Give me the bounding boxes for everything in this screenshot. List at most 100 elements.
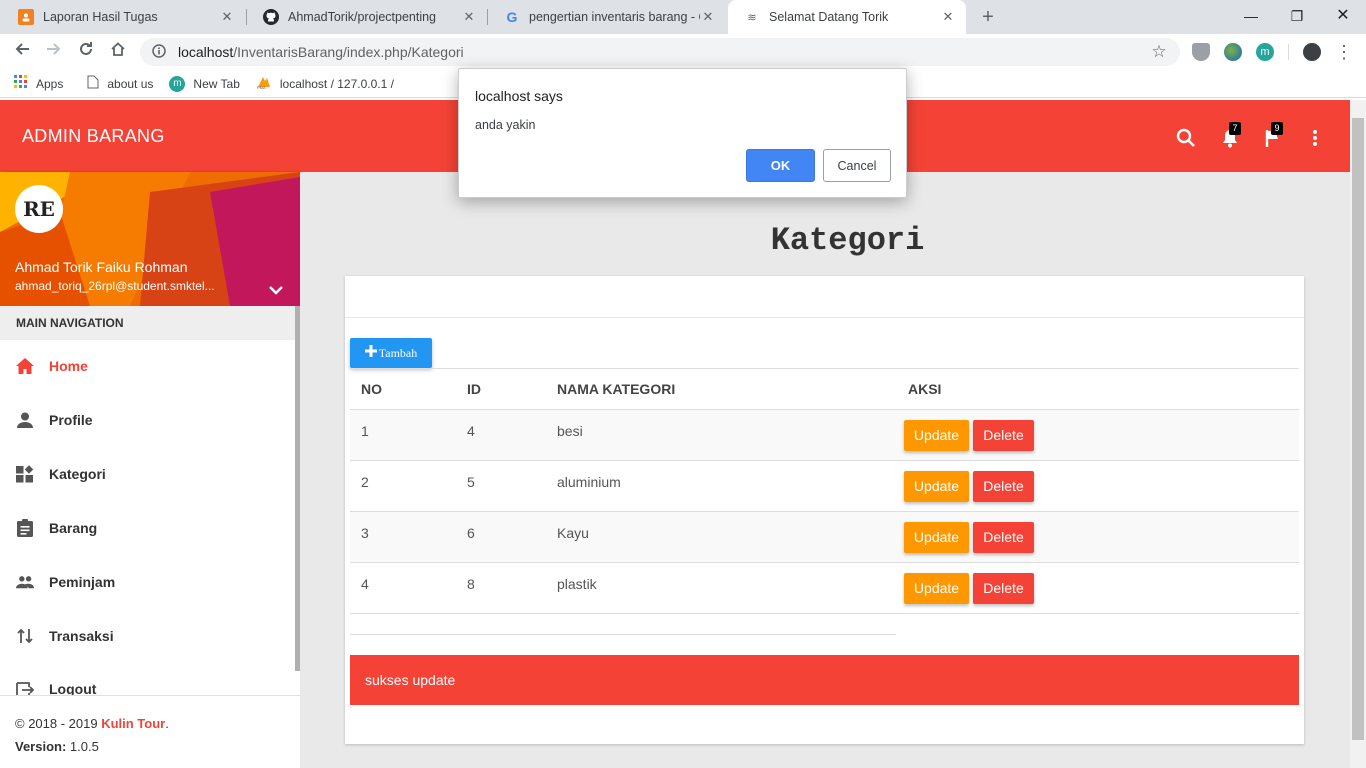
sidebar-item-peminjam[interactable]: Peminjam	[0, 555, 296, 609]
bookmark-star-icon[interactable]: ☆	[1147, 40, 1171, 64]
close-tab-icon[interactable]: ✕	[219, 9, 235, 25]
maximize-button[interactable]: ❐	[1274, 0, 1320, 34]
delete-button[interactable]: Delete	[973, 521, 1034, 553]
sidebar-footer: © 2018 - 2019 Kulin Tour. Version: 1.0.5	[0, 695, 300, 768]
close-tab-icon[interactable]: ✕	[940, 9, 956, 25]
cell-nama: plastik	[546, 562, 897, 614]
cancel-button[interactable]: Cancel	[823, 149, 891, 182]
url-path: /InventarisBarang/index.php/Kategori	[233, 44, 464, 60]
column-header-aksi: AKSI	[897, 368, 1299, 410]
clipboard-icon	[16, 519, 34, 537]
column-header-id: ID	[456, 368, 546, 410]
card-divider	[345, 317, 1304, 318]
delete-button[interactable]: Delete	[973, 572, 1034, 604]
apps-grid-icon	[14, 75, 28, 92]
tab-active[interactable]: ≋ Selamat Datang Torik ✕	[728, 0, 966, 34]
url-text: localhost/InventarisBarang/index.php/Kat…	[178, 44, 464, 60]
page-icon	[87, 75, 99, 92]
person-icon	[16, 411, 34, 429]
brand-title[interactable]: ADMIN BARANG	[22, 126, 165, 147]
dialog-title: localhost says	[475, 88, 563, 104]
minimize-button[interactable]: —	[1228, 0, 1274, 34]
delete-button[interactable]: Delete	[973, 419, 1034, 451]
sidebar-item-profile[interactable]: Profile	[0, 393, 296, 447]
column-header-nama: NAMA KATEGORI	[546, 368, 897, 410]
new-tab-button[interactable]: +	[976, 5, 1000, 29]
sidebar-item-label: Barang	[49, 520, 98, 536]
nav-header: MAIN NAVIGATION	[0, 306, 296, 340]
avatar[interactable]: RE	[15, 185, 63, 233]
divider	[350, 634, 896, 635]
cell-id: 5	[456, 460, 546, 512]
exit-icon	[16, 681, 34, 695]
bookmark-localhost[interactable]: PMA localhost / 127.0.0.1 /	[256, 75, 394, 92]
tab-github[interactable]: AhmadTorik/projectpenting ✕	[247, 0, 487, 34]
close-tab-icon[interactable]: ✕	[700, 9, 716, 25]
bookmark-about-us[interactable]: about us	[87, 75, 153, 92]
tab-title: AhmadTorik/projectpenting	[288, 10, 436, 24]
sidebar-item-label: Profile	[49, 412, 93, 428]
home-icon	[16, 357, 34, 375]
close-window-button[interactable]: ✕	[1320, 0, 1366, 34]
cell-no: 4	[350, 562, 456, 614]
tab-google[interactable]: G pengertian inventaris barang - Go ✕	[488, 0, 726, 34]
back-icon[interactable]	[10, 40, 34, 64]
user-email: ahmad_toriq_26rpl@student.smktel...	[15, 279, 215, 293]
reload-icon[interactable]	[74, 40, 98, 64]
sidebar-item-transaksi[interactable]: Transaksi	[0, 609, 296, 663]
sidebar-item-label: Home	[49, 358, 88, 374]
address-bar[interactable]: localhost/InventarisBarang/index.php/Kat…	[140, 38, 1180, 66]
sidebar-item-home[interactable]: Home	[0, 339, 296, 393]
flags-badge: 9	[1271, 122, 1283, 135]
bookmark-label: Apps	[36, 76, 64, 91]
bookmark-label: about us	[107, 76, 154, 91]
shield-extension-icon[interactable]	[1192, 43, 1210, 61]
tab-laporan[interactable]: Laporan Hasil Tugas ✕	[2, 0, 245, 34]
info-icon[interactable]	[152, 43, 166, 61]
update-button[interactable]: Update	[904, 470, 969, 502]
profile-avatar[interactable]	[1303, 43, 1321, 61]
add-button-label: Tambah	[378, 345, 418, 360]
localhost-icon: ≋	[747, 11, 757, 24]
delete-button[interactable]: Delete	[973, 470, 1034, 502]
more-vert-icon[interactable]	[1303, 127, 1327, 151]
bookmark-new-tab[interactable]: m New Tab	[169, 75, 240, 92]
cell-aksi: Update Delete	[897, 460, 1299, 512]
m-extension-icon[interactable]: m	[1256, 43, 1274, 61]
bookmark-apps[interactable]: Apps	[14, 75, 63, 92]
globe-extension-icon[interactable]	[1224, 43, 1242, 61]
cell-nama: besi	[546, 409, 897, 461]
sidebar-item-kategori[interactable]: Kategori	[0, 447, 296, 501]
forward-icon[interactable]	[42, 40, 66, 64]
home-browser-icon[interactable]	[106, 40, 130, 64]
cell-aksi: Update Delete	[897, 511, 1299, 563]
chevron-down-icon[interactable]	[266, 280, 286, 300]
category-table: NO ID NAMA KATEGORI AKSI 1 4 besi Update…	[350, 368, 1299, 614]
ok-button[interactable]: OK	[746, 149, 815, 182]
swap-icon	[16, 627, 34, 645]
update-button[interactable]: Update	[904, 572, 969, 604]
table-row: 4 8 plastik Update Delete	[350, 562, 1299, 614]
cell-no: 3	[350, 511, 456, 563]
cell-no: 2	[350, 460, 456, 512]
table-row: 3 6 Kayu Update Delete	[350, 511, 1299, 563]
update-button[interactable]: Update	[904, 419, 969, 451]
add-button[interactable]: Tambah	[350, 338, 432, 368]
column-header-no: NO	[350, 368, 456, 410]
sidebar-item-barang[interactable]: Barang	[0, 501, 296, 555]
orange-doc-icon	[18, 9, 34, 25]
svg-text:PMA: PMA	[257, 85, 266, 89]
table-row: 1 4 besi Update Delete	[350, 409, 1299, 461]
update-button[interactable]: Update	[904, 521, 969, 553]
close-tab-icon[interactable]: ✕	[461, 9, 477, 25]
cell-nama: Kayu	[546, 511, 897, 563]
search-icon[interactable]	[1174, 127, 1198, 151]
plus-icon	[364, 345, 377, 361]
sidebar-item-logout[interactable]: Logout	[0, 663, 296, 695]
bookmark-label: localhost / 127.0.0.1 /	[279, 76, 394, 91]
browser-menu-icon[interactable]: ⋮	[1332, 40, 1356, 64]
user-name: Ahmad Torik Faiku Rohman	[15, 259, 188, 275]
page-scrollbar-thumb[interactable]	[1352, 118, 1364, 740]
url-host: localhost	[178, 44, 234, 60]
company-link[interactable]: Kulin Tour	[101, 716, 165, 731]
